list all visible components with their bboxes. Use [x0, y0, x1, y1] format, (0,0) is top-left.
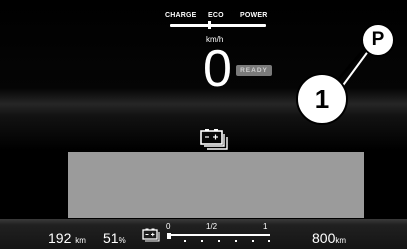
electric-range: 192 km: [48, 230, 86, 246]
battery-icon: [142, 228, 160, 242]
fuel-gauge-fill: [167, 233, 171, 239]
electric-range-unit: km: [75, 236, 86, 245]
fuel-gauge-label-full: 1: [263, 222, 268, 231]
fuel-gauge-tick: [218, 240, 220, 242]
callout-1: 1: [296, 73, 348, 125]
fuel-gauge-tick: [201, 240, 203, 242]
battery-charge-value: 51: [103, 230, 119, 246]
battery-charge-level: 51%: [103, 230, 126, 246]
fuel-gauge-label-empty: 0: [166, 222, 171, 231]
mode-charge-label: CHARGE: [165, 12, 197, 19]
power-meter-indicator: [208, 21, 211, 29]
fuel-gauge-tick: [268, 240, 270, 242]
ready-indicator: READY: [236, 65, 272, 76]
display-panel: [68, 152, 364, 218]
electric-range-value: 192: [48, 230, 72, 246]
total-range: 800km: [312, 230, 346, 246]
fuel-gauge-tick: [184, 240, 186, 242]
battery-stack-icon: [200, 129, 228, 150]
battery-charge-unit: %: [118, 236, 126, 245]
fuel-gauge-tick: [252, 240, 254, 242]
fuel-gauge-tick: [235, 240, 237, 242]
fuel-gauge-label-half: 1/2: [206, 222, 218, 231]
callout-p: P: [361, 23, 395, 57]
fuel-gauge-track: [167, 234, 270, 236]
drive-mode-labels: CHARGE ECO POWER: [160, 12, 272, 22]
total-range-value: 800: [312, 230, 336, 246]
speed-readout: 0: [203, 40, 232, 98]
power-meter-bar: [170, 24, 266, 27]
mode-power-label: POWER: [240, 12, 268, 19]
instrument-cluster: CHARGE ECO POWER km/h 0 READY 192 km 51%…: [0, 0, 407, 249]
mode-eco-label: ECO: [208, 12, 224, 19]
total-range-unit: km: [335, 236, 347, 245]
